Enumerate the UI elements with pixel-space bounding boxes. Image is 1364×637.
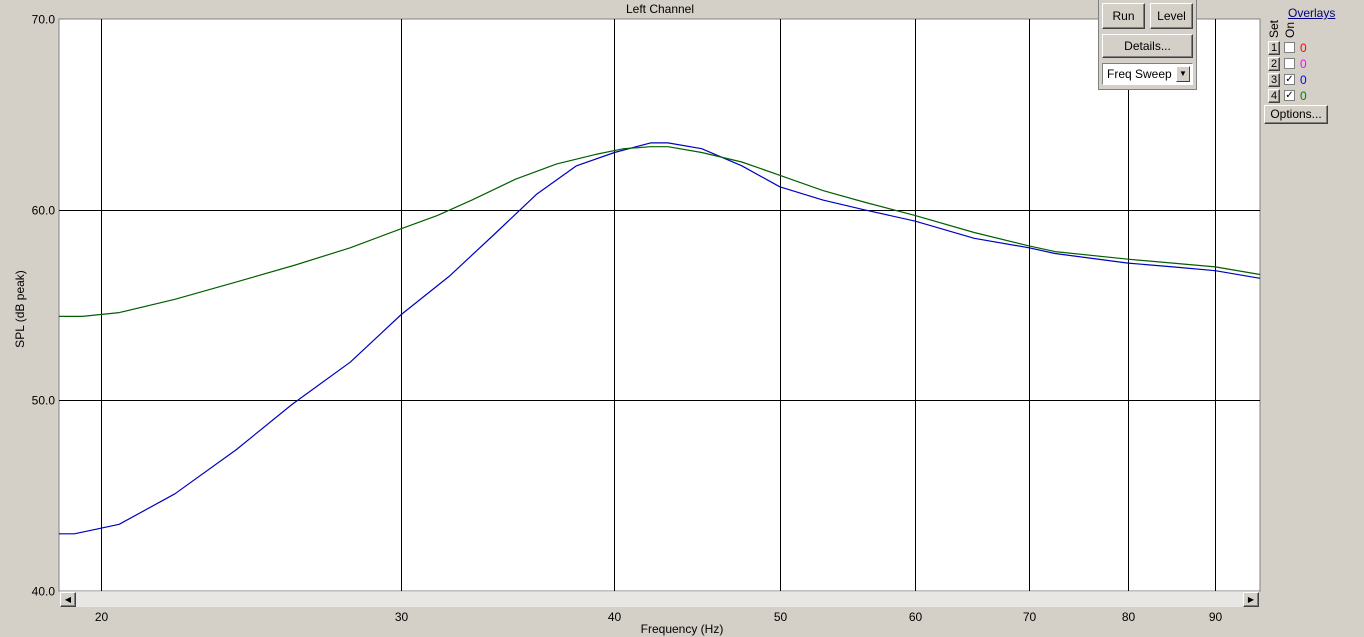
arrow-right-icon: ▶ — [1247, 595, 1255, 604]
on-header: On — [1283, 22, 1297, 39]
level-button[interactable]: Level — [1150, 3, 1193, 29]
chevron-down-icon[interactable]: ▼ — [1176, 66, 1190, 82]
y-tick-label: 40.0 — [32, 585, 56, 599]
x-tick-label: 50 — [774, 610, 788, 624]
plot-area: 20 30 40 50 60 70 80 9040.050.060.070.0 — [32, 13, 1261, 624]
scroll-right-button[interactable]: ▶ — [1243, 592, 1259, 607]
overlay-set-button[interactable]: 4 — [1268, 89, 1280, 103]
overlay-set-button[interactable]: 3 — [1268, 73, 1280, 87]
check-icon: ✓ — [1285, 74, 1294, 85]
mode-select[interactable]: Freq Sweep ▼ — [1102, 63, 1193, 85]
overlays-title[interactable]: Overlays — [1288, 6, 1335, 20]
mode-select-value: Freq Sweep — [1107, 67, 1172, 81]
details-button[interactable]: Details... — [1102, 34, 1193, 58]
chart-title: Left Channel — [625, 2, 695, 16]
x-tick-label: 30 — [395, 610, 409, 624]
overlay-on-checkbox[interactable]: ✓ — [1284, 90, 1295, 101]
overlay-on-checkbox[interactable] — [1284, 42, 1295, 53]
check-icon: ✓ — [1285, 90, 1294, 101]
x-tick-label: 60 — [909, 610, 923, 624]
overlay-value: 0 — [1300, 89, 1307, 103]
x-axis-label: Frequency (Hz) — [640, 622, 724, 636]
y-tick-label: 70.0 — [32, 13, 56, 27]
x-tick-label: 70 — [1023, 610, 1037, 624]
x-tick-label: 20 — [95, 610, 109, 624]
options-button[interactable]: Options... — [1264, 105, 1328, 124]
y-tick-label: 50.0 — [32, 394, 56, 408]
run-button[interactable]: Run — [1102, 3, 1145, 29]
y-axis-label: SPL (dB peak) — [13, 270, 27, 348]
overlay-on-checkbox[interactable] — [1284, 58, 1295, 69]
x-tick-label: 80 — [1122, 610, 1136, 624]
y-tick-label: 60.0 — [32, 204, 56, 218]
scroll-left-button[interactable]: ◀ — [60, 592, 76, 607]
overlay-value: 0 — [1300, 57, 1307, 71]
overlay-set-button[interactable]: 2 — [1268, 57, 1280, 71]
overlay-set-button[interactable]: 1 — [1268, 41, 1280, 55]
overlay-value: 0 — [1300, 41, 1307, 55]
horizontal-scrollbar[interactable]: ◀ ▶ — [60, 591, 1259, 607]
arrow-left-icon: ◀ — [64, 595, 72, 604]
set-header: Set — [1267, 20, 1281, 39]
overlay-value: 0 — [1300, 73, 1307, 87]
x-tick-label: 90 — [1209, 610, 1223, 624]
overlay-on-checkbox[interactable]: ✓ — [1284, 74, 1295, 85]
